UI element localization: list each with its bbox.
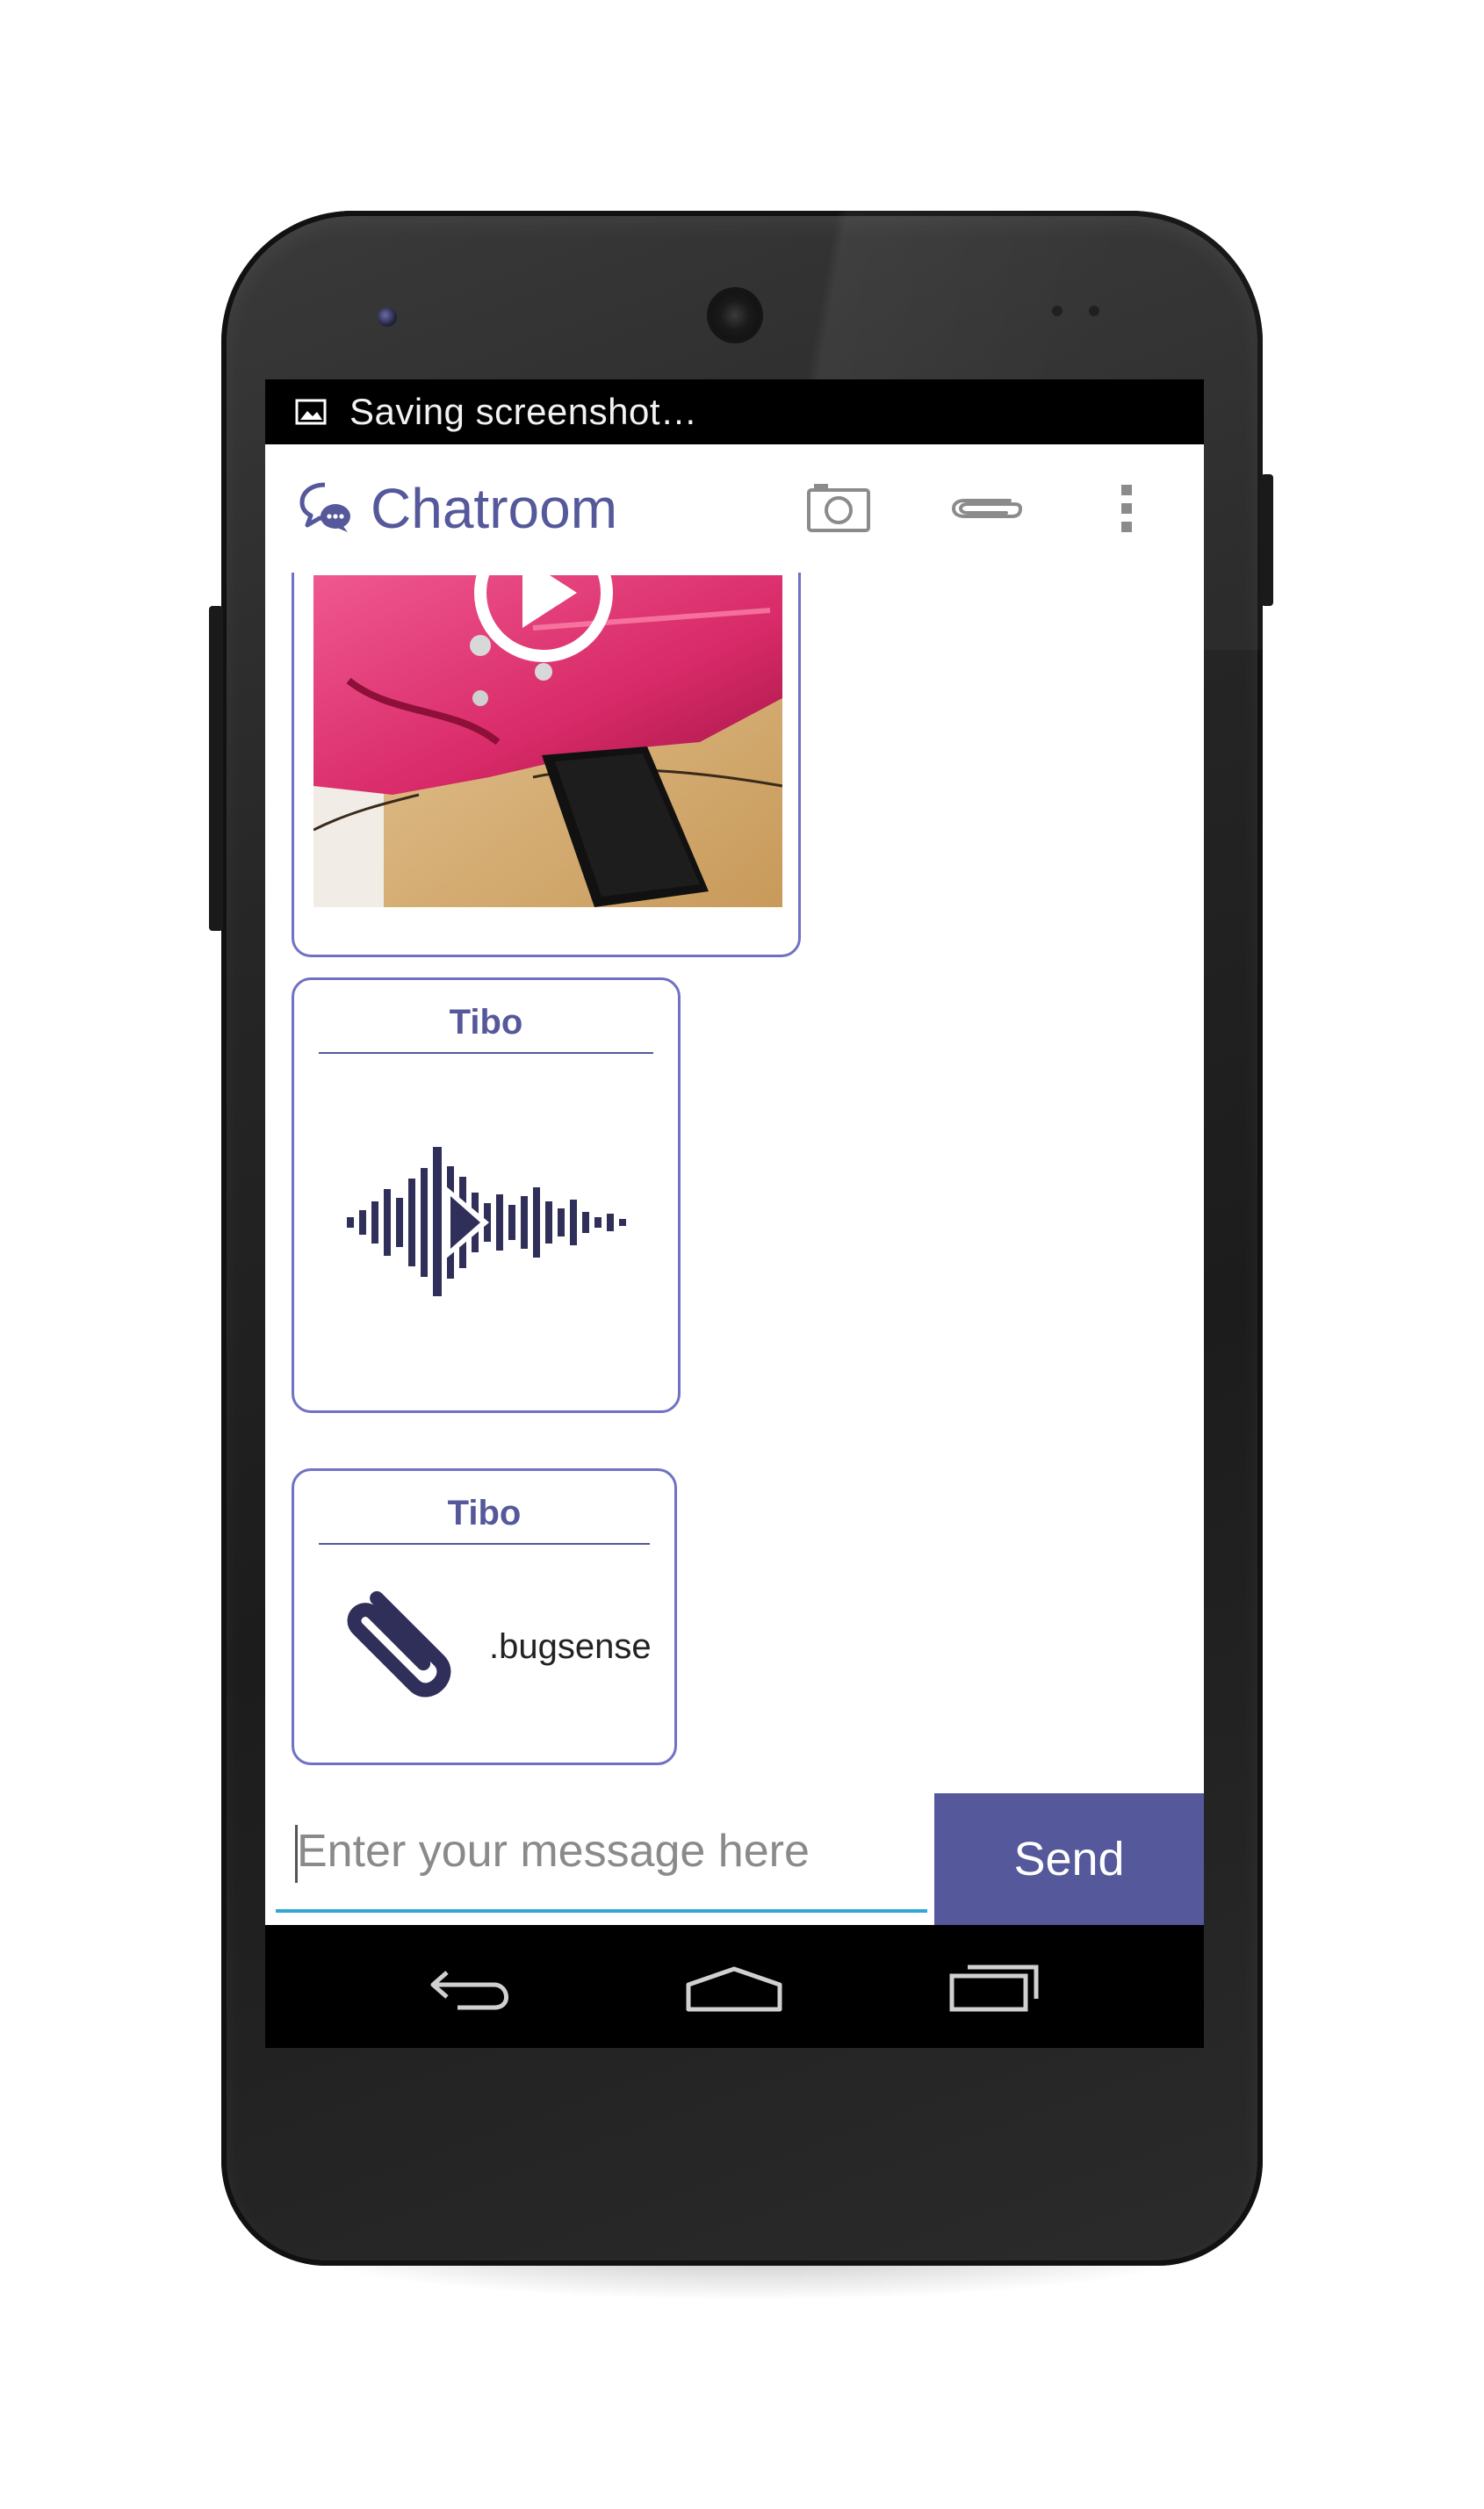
message-composer: Send bbox=[265, 1793, 1204, 1925]
navigation-bar bbox=[265, 1925, 1204, 2048]
sensor bbox=[1052, 306, 1063, 316]
file-message[interactable]: Tibo .bugsense bbox=[292, 1468, 677, 1765]
front-camera bbox=[378, 307, 397, 327]
notification-text: Saving screenshot… bbox=[349, 391, 698, 432]
camera-icon[interactable] bbox=[805, 478, 872, 539]
message-input[interactable] bbox=[276, 1793, 927, 1913]
sensor bbox=[1089, 306, 1099, 316]
earpiece-speaker bbox=[710, 290, 760, 341]
message-list[interactable]: Tibo Tibo .bugsense bbox=[265, 573, 1204, 1798]
sender-name: Tibo bbox=[319, 1003, 653, 1054]
paperclip-icon bbox=[347, 1590, 451, 1698]
text-caret bbox=[295, 1825, 298, 1883]
paperclip-icon[interactable] bbox=[948, 478, 1024, 539]
video-thumbnail bbox=[313, 575, 782, 907]
audio-waveform-play-icon[interactable] bbox=[347, 1147, 628, 1296]
home-icon[interactable] bbox=[685, 1962, 783, 2015]
chat-bubbles-icon bbox=[299, 482, 350, 532]
app-title: Chatroom bbox=[371, 477, 617, 540]
sender-name: Tibo bbox=[319, 1494, 650, 1545]
audio-message[interactable]: Tibo bbox=[292, 977, 681, 1413]
action-bar: Chatroom bbox=[265, 444, 1204, 573]
back-icon[interactable] bbox=[428, 1962, 515, 2015]
video-message[interactable] bbox=[292, 573, 801, 957]
volume-button bbox=[209, 606, 223, 931]
file-name[interactable]: .bugsense bbox=[489, 1627, 652, 1667]
send-button[interactable]: Send bbox=[934, 1793, 1204, 1925]
overflow-menu-icon[interactable] bbox=[1113, 478, 1140, 539]
power-button bbox=[1261, 474, 1273, 606]
status-bar: Saving screenshot… bbox=[265, 379, 1204, 444]
screen: Saving screenshot… Chatroom Tibo Tibo .b… bbox=[265, 379, 1204, 2048]
recents-icon[interactable] bbox=[948, 1962, 1040, 2015]
image-icon bbox=[295, 399, 327, 425]
